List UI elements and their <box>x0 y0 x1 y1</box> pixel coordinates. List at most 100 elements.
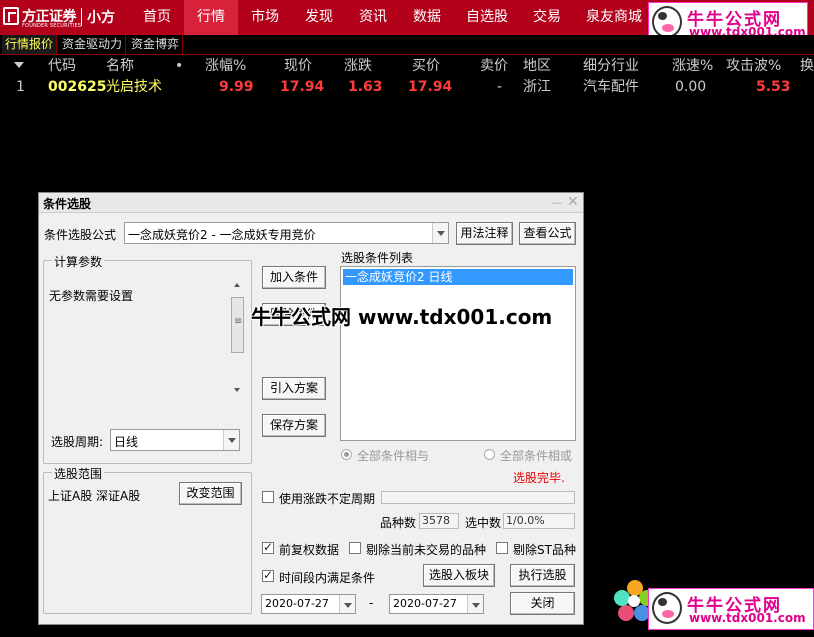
save-plan-button[interactable]: 保存方案 <box>262 414 326 437</box>
col-bid[interactable]: 买价 <box>412 56 440 76</box>
ad-bottom-url: www.tdx001.com <box>689 611 806 625</box>
in-period-label: 时间段内满足条件 <box>279 571 376 585</box>
to-block-button[interactable]: 选股入板块 <box>423 564 495 587</box>
row-change-pct: 9.99 <box>219 79 254 95</box>
add-condition-button[interactable]: 加入条件 <box>262 266 326 289</box>
scope-group-title: 选股范围 <box>52 465 105 482</box>
row-ask: - <box>497 79 503 95</box>
count-label: 品种数 <box>380 516 417 530</box>
close-dialog-button[interactable]: 关闭 <box>510 592 575 615</box>
uncertain-period-label: 使用涨跌不定周期 <box>279 492 376 506</box>
scroll-thumb[interactable] <box>231 297 244 353</box>
date-separator: - <box>369 596 374 610</box>
params-group-title: 计算参数 <box>52 253 105 270</box>
minimize-icon[interactable]: — <box>551 196 562 209</box>
period-value: 日线 <box>114 435 139 449</box>
sub-tab-bar: 行情报价 资金驱动力 资金博弈 <box>0 35 814 55</box>
col-change[interactable]: 涨跌 <box>344 56 372 76</box>
row-price: 17.94 <box>280 79 325 95</box>
tab-quote[interactable]: 行情报价 <box>2 35 58 54</box>
nav-mall[interactable]: 泉友商城 <box>574 0 654 35</box>
col-region[interactable]: 地区 <box>523 56 551 76</box>
radio-or[interactable] <box>484 449 495 460</box>
nav-data[interactable]: 数据 <box>400 0 454 35</box>
col-attack[interactable]: 攻击波% <box>726 56 781 76</box>
dialog-title: 条件选股 <box>43 197 92 211</box>
col-dot[interactable]: • <box>175 56 183 76</box>
adjust-label: 前复权数据 <box>279 543 340 557</box>
chevron-down-icon[interactable] <box>223 430 239 450</box>
status-text: 选股完毕. <box>513 471 565 485</box>
exclude-untraded-checkbox[interactable] <box>349 542 361 554</box>
col-ask[interactable]: 卖价 <box>480 56 508 76</box>
brand-app-name: 小方 <box>87 10 115 26</box>
close-icon[interactable]: ✕ <box>567 194 579 210</box>
col-industry[interactable]: 细分行业 <box>583 56 639 76</box>
formula-select[interactable]: 一念成妖竞价2 - 一念成妖专用竞价 <box>124 222 449 244</box>
row-region: 浙江 <box>523 79 551 95</box>
watermark-text: 牛牛公式网 www.tdx001.com <box>251 305 553 329</box>
exclude-st-checkbox[interactable] <box>496 542 508 554</box>
brand-logo[interactable]: 方正证券 FOUNDER SECURITIES 小方 <box>0 0 124 35</box>
nav-market[interactable]: 市场 <box>238 0 292 35</box>
chevron-down-icon[interactable] <box>339 595 355 613</box>
params-text: 无参数需要设置 <box>49 289 134 303</box>
date-to-select[interactable]: 2020-07-27 <box>389 594 484 614</box>
chevron-down-icon[interactable] <box>432 223 448 243</box>
conditions-list[interactable]: 一念成妖竞价2 日线 <box>340 266 576 441</box>
nav-discover[interactable]: 发现 <box>292 0 346 35</box>
quote-table-header: 代码 名称 • 涨幅% 现价 涨跌 买价 卖价 地区 细分行业 涨速% 攻击波%… <box>0 56 814 76</box>
cow-icon <box>652 592 682 624</box>
scroll-down-icon[interactable] <box>234 388 240 392</box>
nav-home[interactable]: 首页 <box>130 0 184 35</box>
brand-subtitle: FOUNDER SECURITIES <box>22 23 82 29</box>
radio-or-label: 全部条件相或 <box>500 449 573 463</box>
row-industry: 汽车配件 <box>583 79 639 95</box>
cow-icon <box>652 6 682 38</box>
run-screen-button[interactable]: 执行选股 <box>510 564 575 587</box>
row-change: 1.63 <box>348 79 383 95</box>
row-code: 002625 <box>48 79 107 95</box>
tab-fund-game[interactable]: 资金博弈 <box>128 35 184 54</box>
period-label: 选股周期: <box>51 435 104 449</box>
brand-divider <box>81 8 82 26</box>
view-formula-button[interactable]: 查看公式 <box>519 222 576 245</box>
params-scrollbar[interactable] <box>230 277 245 402</box>
col-name[interactable]: 名称 <box>106 56 134 76</box>
hit-value: 1/0.0% <box>503 513 575 529</box>
row-index: 1 <box>16 79 25 95</box>
col-turnover[interactable]: 换 <box>800 56 814 76</box>
in-period-checkbox[interactable] <box>262 568 274 582</box>
tab-fund-drive[interactable]: 资金驱动力 <box>59 35 127 54</box>
row-attack: 5.53 <box>756 79 791 95</box>
date-from-select[interactable]: 2020-07-27 <box>261 594 356 614</box>
row-bid: 17.94 <box>408 79 453 95</box>
count-value: 3578 <box>419 513 459 529</box>
nav-news[interactable]: 资讯 <box>346 0 400 35</box>
dialog-titlebar[interactable]: 条件选股 — ✕ <box>39 193 583 213</box>
nav-quotes[interactable]: 行情 <box>184 0 238 35</box>
col-code[interactable]: 代码 <box>48 56 76 76</box>
import-plan-button[interactable]: 引入方案 <box>262 377 326 400</box>
ad-banner-bottom[interactable]: 牛牛公式网 www.tdx001.com <box>612 578 814 637</box>
adjust-checkbox[interactable] <box>262 540 274 554</box>
brand-logo-mark <box>3 7 19 25</box>
hit-label: 选中数 <box>465 516 502 530</box>
list-item[interactable]: 一念成妖竞价2 日线 <box>343 269 573 285</box>
change-scope-button[interactable]: 改变范围 <box>179 482 242 505</box>
col-speed[interactable]: 涨速% <box>672 56 713 76</box>
col-change-pct[interactable]: 涨幅% <box>205 56 246 76</box>
table-row[interactable]: 1 002625 光启技术 9.99 17.94 1.63 17.94 - 浙江… <box>0 77 814 97</box>
nav-trade[interactable]: 交易 <box>520 0 574 35</box>
usage-notes-button[interactable]: 用法注释 <box>456 222 513 245</box>
scope-value: 上证A股 深证A股 <box>48 489 141 503</box>
col-price[interactable]: 现价 <box>284 56 312 76</box>
period-select[interactable]: 日线 <box>110 429 240 451</box>
scroll-up-icon[interactable] <box>234 283 240 287</box>
radio-and[interactable] <box>341 449 352 460</box>
date-from-value: 2020-07-27 <box>265 597 329 610</box>
uncertain-period-checkbox[interactable] <box>262 491 274 503</box>
nav-watchlist[interactable]: 自选股 <box>454 0 520 35</box>
exclude-st-label: 剔除ST品种 <box>513 543 576 557</box>
chevron-down-icon[interactable] <box>467 595 483 613</box>
